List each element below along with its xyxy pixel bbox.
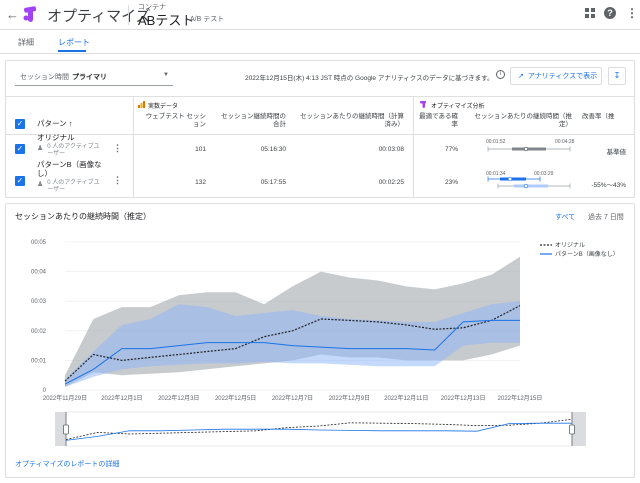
column-header-total-duration: セッション継続時間の合計 xyxy=(221,113,286,128)
select-all-checkbox[interactable]: ✓ xyxy=(15,119,25,129)
column-header-improvement: 改善率（推 xyxy=(582,113,615,120)
y-tick-label: 00:01 xyxy=(31,358,47,364)
variant-checkbox[interactable]: ✓ xyxy=(15,144,25,154)
column-divider xyxy=(413,97,414,198)
y-tick-label: 00:04 xyxy=(31,270,47,276)
tab-report[interactable]: レポート xyxy=(58,37,90,48)
variant-name: パターンB（画像なし） xyxy=(37,160,102,178)
total-duration-value: 05:16:30 xyxy=(260,146,286,153)
legend-label: パターンB（画像なし） xyxy=(555,250,619,258)
section-optimize-analysis: オプティマイズ分析 xyxy=(431,104,485,110)
active-users-note: 0 人のアクティブユーザー xyxy=(47,180,100,193)
help-icon[interactable]: ? xyxy=(604,7,616,19)
x-tick-label: 2022年12月9日 xyxy=(329,394,370,402)
range-7-days-button[interactable]: 過去 7 日間 xyxy=(588,212,624,222)
column-header-estimated-duration: セッションあたりの継続時間（推定） xyxy=(474,113,573,128)
sessions-value: 132 xyxy=(195,179,206,186)
total-duration-value: 05:17:55 xyxy=(260,179,286,186)
column-header-probability: 最適である確率 xyxy=(419,113,458,128)
avg-duration-value: 00:02:25 xyxy=(378,179,404,186)
sort-arrow-icon: ↑ xyxy=(68,119,73,128)
metric-label: セッション時間 xyxy=(20,74,69,81)
column-header-sessions: ウェブテスト セッション xyxy=(145,113,206,128)
metric-value: プライマリ xyxy=(72,74,107,81)
column-header-avg-duration: セッションあたりの継続時間（計算済み） xyxy=(300,113,404,128)
x-tick-label: 2022年12月7日 xyxy=(272,394,313,402)
view-in-analytics-button[interactable]: ↗ アナリティクスで表示 xyxy=(510,67,602,85)
sessions-value: 101 xyxy=(195,146,206,153)
avg-duration-value: 00:03:08 xyxy=(378,146,404,153)
more-vert-icon[interactable]: ⋮ xyxy=(626,6,638,20)
y-tick-label: 00:03 xyxy=(31,299,47,305)
duration-line-chart: 0 00:01 00:02 00:03 00:04 00:05 2022年11月29日 202… xyxy=(31,240,619,402)
header-divider xyxy=(128,5,129,25)
column-divider xyxy=(133,97,134,198)
optimize-logo-icon xyxy=(23,6,37,22)
optimize-report-help-link[interactable]: オプティマイズのレポートの詳細 xyxy=(15,459,119,469)
navigator-series-line xyxy=(65,422,572,441)
download-button[interactable]: ↧ xyxy=(608,67,626,85)
x-tick-label: 2022年12月13日 xyxy=(441,394,486,402)
apps-grid-icon[interactable] xyxy=(585,8,595,18)
active-tab-indicator xyxy=(58,50,86,52)
row-menu-icon[interactable]: ⋮ xyxy=(113,143,122,154)
toolbar-divider xyxy=(5,96,635,97)
open-in-new-icon: ↗ xyxy=(518,73,524,80)
arrow-back-icon[interactable]: ← xyxy=(6,7,19,22)
row-menu-icon[interactable]: ⋮ xyxy=(113,175,122,186)
probability-value: 77% xyxy=(444,146,458,153)
x-tick-label: 2022年12月1日 xyxy=(101,394,142,402)
navigator-frame xyxy=(65,411,573,447)
variant-checkbox[interactable]: ✓ xyxy=(15,176,25,186)
table-row: パターンB（画像なし） ♟ 0 人のアクティブユーザー xyxy=(37,160,103,194)
x-tick-label: 2022年12月11日 xyxy=(384,394,428,402)
variant-name: オリジナル xyxy=(37,133,75,142)
app-title: オプティマイズ xyxy=(47,8,151,25)
variant-column-header[interactable]: パターン ↑ xyxy=(37,119,72,128)
person-icon: ♟ xyxy=(37,181,44,188)
y-tick-label: 00:02 xyxy=(31,329,47,335)
dropdown-arrow-icon: ▼ xyxy=(163,72,169,78)
y-tick-label: 00:05 xyxy=(31,240,47,246)
x-tick-label: 2022年12月15日 xyxy=(498,394,543,402)
tab-details[interactable]: 詳細 xyxy=(18,37,34,48)
table-row: オリジナル ♟ 0 人のアクティブユーザー xyxy=(37,133,103,158)
view-in-analytics-label: アナリティクスで表示 xyxy=(527,73,598,80)
legend-label: オリジナル xyxy=(555,242,585,249)
range-all-button[interactable]: すべて xyxy=(555,212,575,222)
person-icon: ♟ xyxy=(37,145,44,152)
chart-title: セッションあたりの継続時間（推定） xyxy=(15,212,151,221)
active-users-note: 0 人のアクティブユーザー xyxy=(47,144,100,157)
x-tick-label: 2022年12月5日 xyxy=(215,394,256,402)
info-icon[interactable]: i xyxy=(496,70,505,79)
x-tick-label: 2022年12月3日 xyxy=(158,394,199,402)
improvement-value: -55%～43% xyxy=(591,182,626,189)
tab-bar: 詳細 レポート xyxy=(0,30,640,54)
navigator-handle xyxy=(569,424,575,435)
improvement-value: 基準値 xyxy=(606,149,627,156)
x-tick-label: 2022年11月29日 xyxy=(43,394,87,402)
download-icon: ↧ xyxy=(613,71,621,80)
analytics-icon xyxy=(138,101,145,108)
probability-value: 23% xyxy=(444,179,458,186)
experiment-type: A/B テスト xyxy=(190,16,225,23)
metric-selector[interactable]: セッション時間 プライマリ ▼ xyxy=(15,66,173,86)
optimize-small-icon xyxy=(420,101,426,108)
section-actual-data: 実数データ xyxy=(148,104,179,110)
data-timestamp-note: 2022年12月15日(木) 4:13 JST 時点の Google アナリティ… xyxy=(245,75,494,82)
confidence-range-bar xyxy=(487,176,571,189)
range-navigator[interactable] xyxy=(0,408,640,452)
navigator-handle xyxy=(63,424,69,435)
y-tick-label: 0 xyxy=(43,388,47,394)
navigator-series-line xyxy=(65,418,573,440)
experiment-name: ABテスト xyxy=(138,13,195,28)
confidence-range-bar xyxy=(487,146,571,152)
